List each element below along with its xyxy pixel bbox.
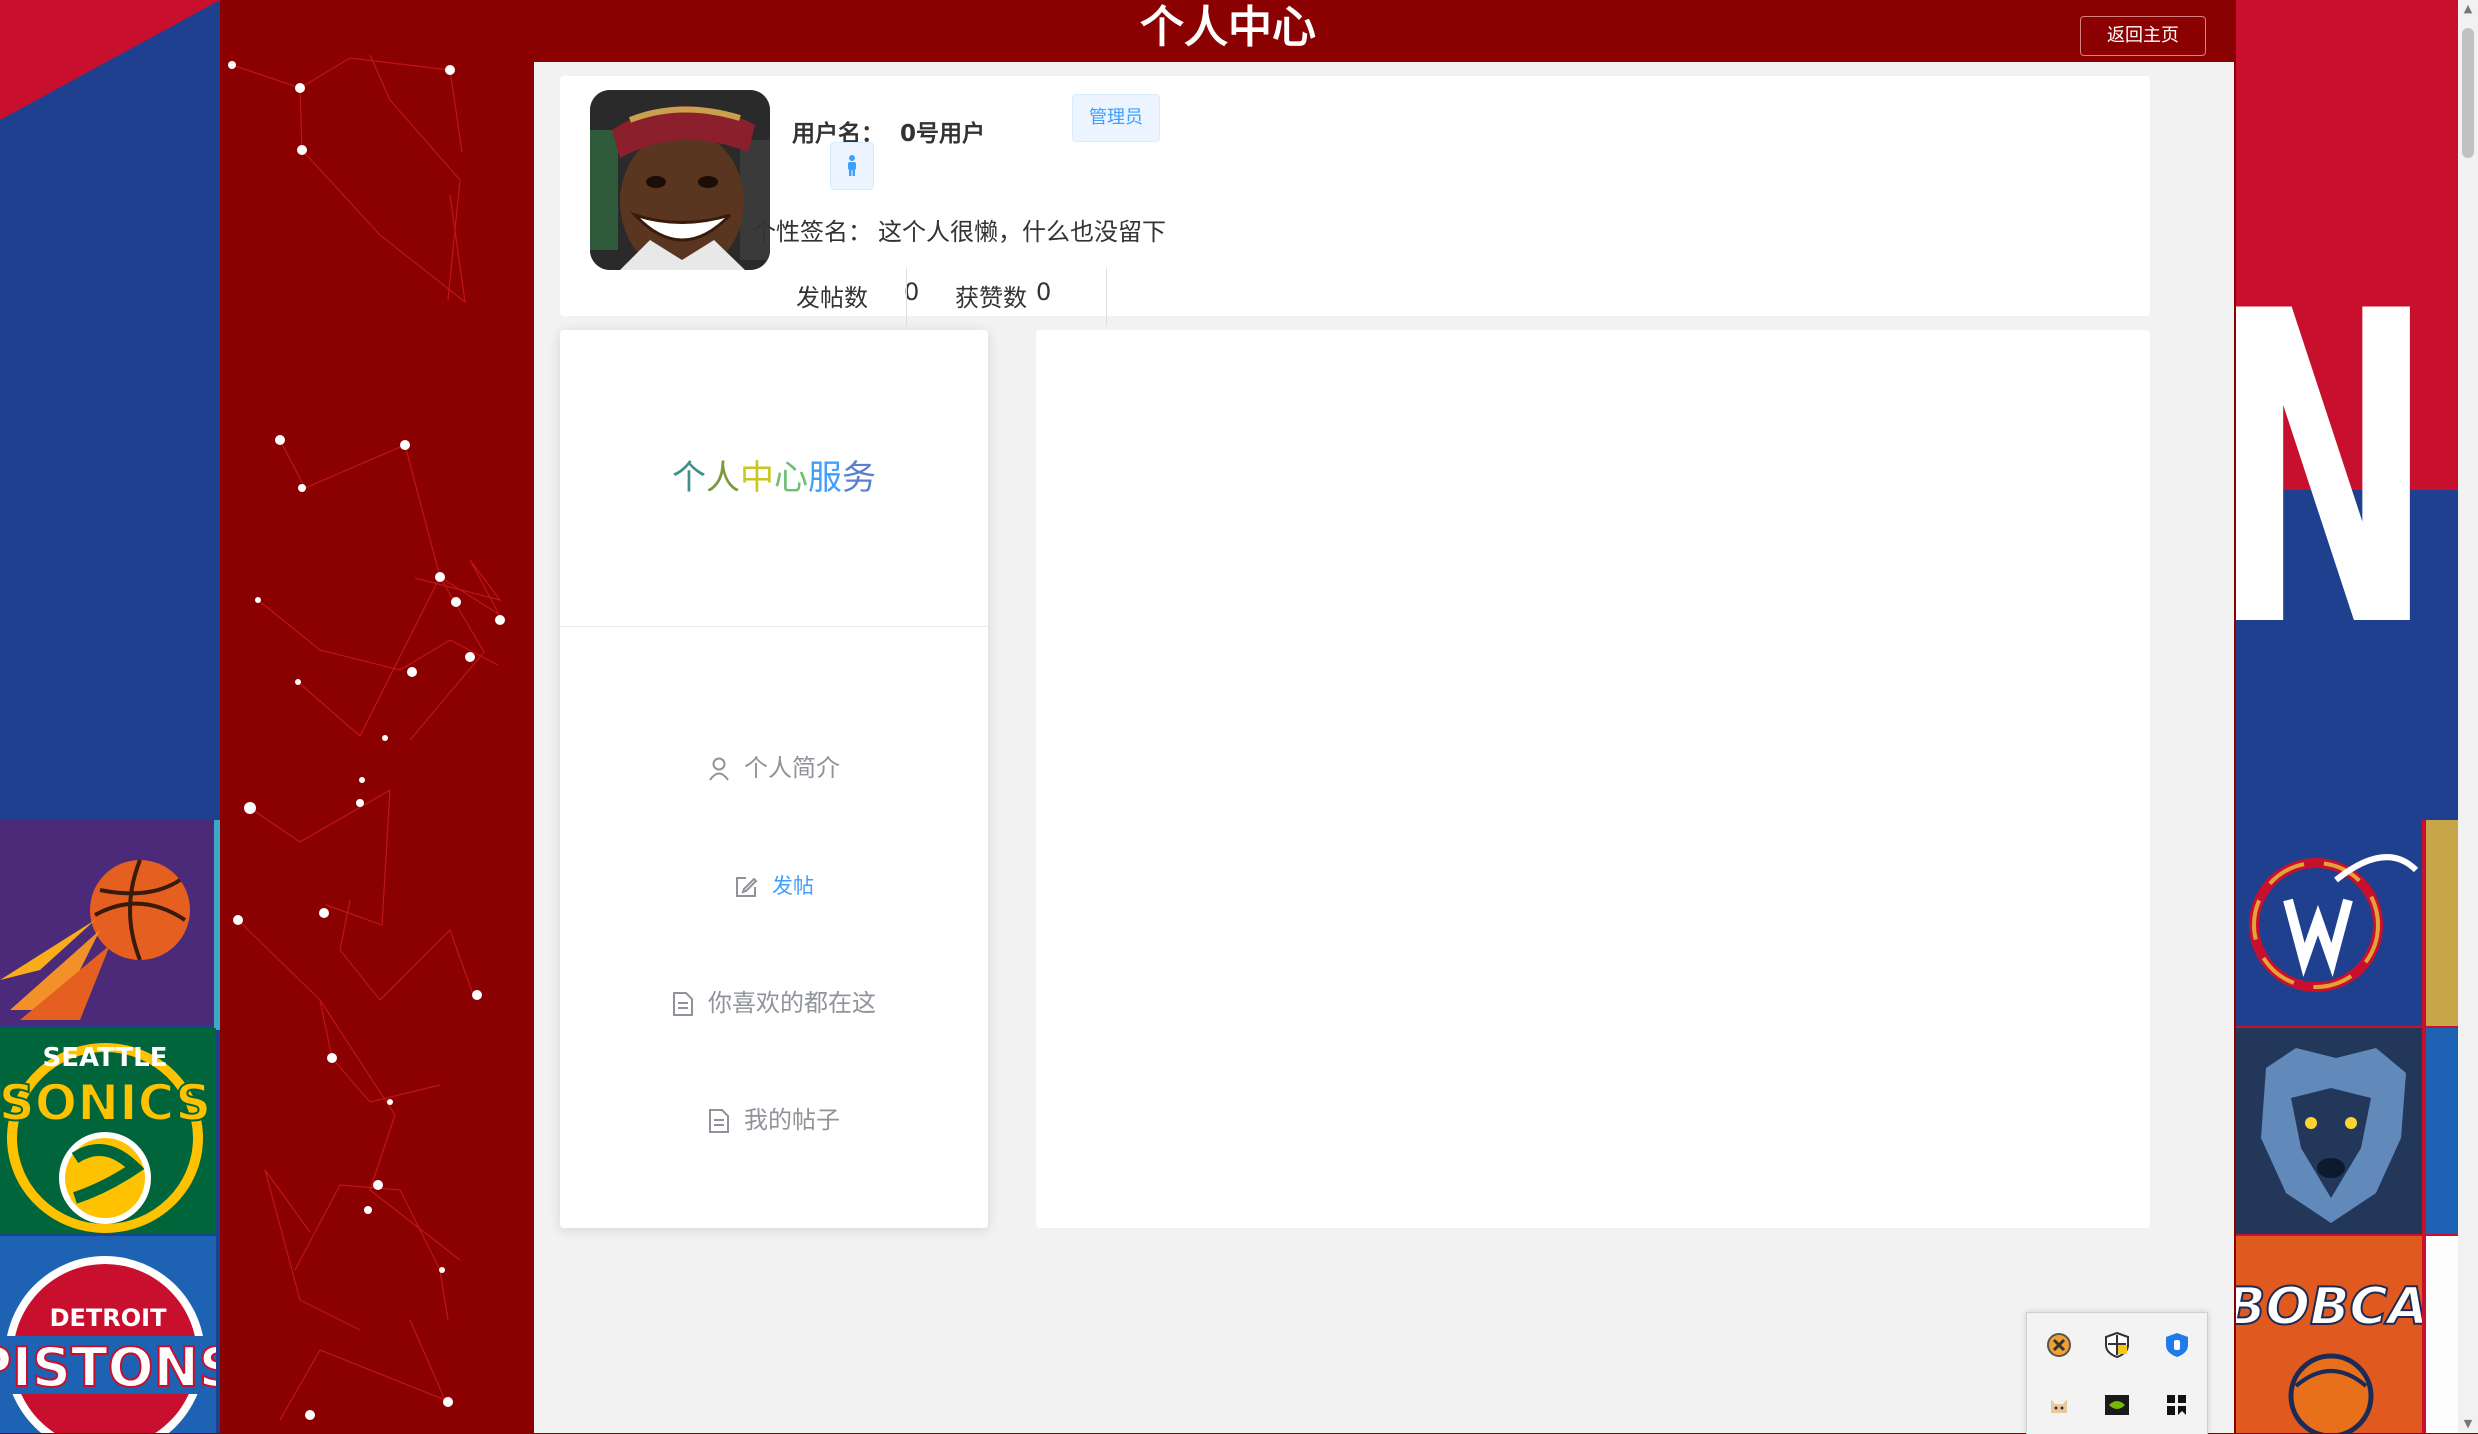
stats-divider [1106, 268, 1107, 326]
service-title-char: 服 [808, 458, 842, 498]
svg-text:SONICS: SONICS [0, 1074, 211, 1132]
svg-text:SEATTLE: SEATTLE [43, 1043, 168, 1073]
page-scrollbar[interactable]: ▲ ▼ [2458, 0, 2478, 1433]
menu-item-label: 发帖 [772, 874, 814, 898]
shield-icon[interactable] [2103, 1331, 2131, 1359]
nvidia-icon[interactable] [2103, 1391, 2131, 1419]
page-header: 个人中心 返回主页 [220, 0, 2236, 60]
stats-divider [906, 268, 907, 326]
left-red-stripe [0, 0, 220, 120]
security-icon[interactable] [2163, 1331, 2191, 1359]
network-particles [228, 54, 505, 1421]
role-tag: 管理员 [1072, 94, 1160, 142]
service-title: 个人中心服务 [560, 330, 988, 627]
right-blue-tile [2426, 1028, 2458, 1234]
close-circle-icon[interactable] [2045, 1331, 2073, 1359]
like-count-label: 获赞数 [955, 284, 1027, 312]
edit-icon [736, 877, 758, 897]
scroll-thumb[interactable] [2462, 28, 2474, 158]
service-title-char: 务 [842, 458, 876, 498]
back-home-button[interactable]: 返回主页 [2080, 16, 2206, 56]
scroll-up-arrow[interactable]: ▲ [2458, 0, 2478, 18]
service-title-char: 心 [774, 458, 808, 498]
nba-logo-text: NB [2236, 222, 2458, 722]
service-title-char: 人 [706, 458, 740, 498]
profile-card: 用户名： 0号用户 管理员 个性签名： 这个人很懒，什么也没留下 发帖数 0 获… [560, 76, 2150, 326]
male-icon [848, 155, 856, 176]
gender-tag [830, 142, 874, 190]
username-value: 0号用户 [900, 121, 986, 147]
like-count-value: 0 [1036, 278, 1052, 306]
scroll-down-arrow[interactable]: ▼ [2458, 1415, 2478, 1433]
right-background: NB BOBCATS [2236, 0, 2458, 1433]
user-icon [709, 757, 729, 781]
post-count-label: 发帖数 [796, 284, 868, 312]
avatar [590, 90, 770, 270]
cat-icon[interactable] [2045, 1391, 2073, 1419]
sonics-logo: SEATTLE SONICS [0, 1028, 216, 1234]
svg-text:BOBCATS: BOBCATS [2236, 1277, 2422, 1337]
left-background: SEATTLE SONICS DETROIT PISTONS [0, 0, 220, 1433]
system-tray-popup [2026, 1312, 2208, 1434]
signature-value: 这个人很懒，什么也没留下 [878, 218, 1166, 246]
menu-item-label: 你喜欢的都在这 [708, 989, 876, 1017]
wizards-logo [2236, 820, 2422, 1026]
svg-text:DETROIT: DETROIT [50, 1304, 168, 1332]
right-gold-tile [2426, 820, 2458, 1026]
menu-item-my-posts[interactable]: 我的帖子 [560, 1090, 988, 1150]
svg-text:NB: NB [2236, 222, 2458, 722]
suns-logo [0, 820, 216, 1026]
main-content: 用户名： 0号用户 管理员 个性签名： 这个人很懒，什么也没留下 发帖数 0 获… [534, 62, 2234, 1433]
service-title-char: 中 [740, 458, 774, 498]
menu-item-post[interactable]: 发帖 [560, 856, 988, 916]
grid-icon[interactable] [2163, 1391, 2191, 1419]
signature-label: 个性签名： [752, 218, 872, 246]
page-title: 个人中心 [1140, 2, 1316, 53]
menu-item-favorites[interactable]: 你喜欢的都在这 [560, 973, 988, 1033]
menu-item-label: 个人简介 [744, 754, 840, 782]
content-panel [1036, 330, 2150, 1228]
right-white-tile [2426, 1236, 2458, 1433]
document-icon [709, 1109, 729, 1133]
service-menu-card: 个人中心服务 个人简介 发帖 你喜欢的都在这 我的帖子 [560, 330, 988, 1228]
document-icon [673, 992, 693, 1016]
grizzlies-logo [2236, 1028, 2422, 1234]
menu-item-profile[interactable]: 个人简介 [560, 738, 988, 798]
bobcats-logo: BOBCATS [2236, 1236, 2458, 1433]
menu-item-label: 我的帖子 [744, 1106, 840, 1134]
svg-text:PISTONS: PISTONS [0, 1336, 216, 1399]
pistons-logo: DETROIT PISTONS [0, 1236, 220, 1433]
service-title-char: 个 [672, 458, 706, 498]
